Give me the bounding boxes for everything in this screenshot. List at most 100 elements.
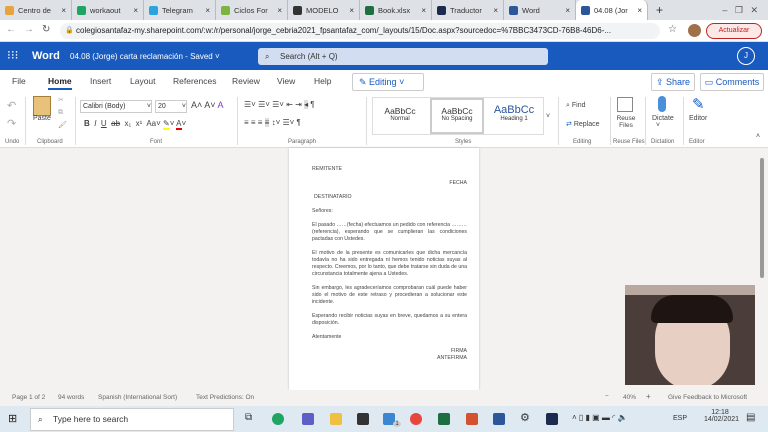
windows-taskbar: ⊞ ⌕ Type here to search ⧉ 1 ⚙ ˄ ▯ ▮ ▣ ▬ ◜… (0, 406, 768, 432)
group-label: Paragraph (288, 139, 317, 145)
forward-icon[interactable]: → (24, 24, 34, 35)
editing-mode-button[interactable]: ✎ Editing ˅ (352, 73, 424, 91)
task-view-icon[interactable]: ⧉ (245, 412, 252, 423)
reuse-files-button[interactable]: Reuse Files (614, 115, 638, 129)
browser-tab[interactable]: Word × (504, 0, 576, 20)
ribbon-tab-file[interactable]: File (12, 76, 26, 86)
undo-icon[interactable]: ↶ (7, 99, 16, 112)
font-size-select[interactable]: 20 ˅ (155, 100, 187, 113)
text-predictions[interactable]: Text Predictions: On (196, 394, 254, 401)
alignment-buttons[interactable]: ≡ ≡ ≡ ≡ ↕˅ ☰˅ ¶ (244, 118, 301, 127)
zoom-out-button[interactable]: − (605, 393, 609, 400)
language-status[interactable]: Spanish (International Sort) (98, 394, 177, 401)
browser-tab[interactable]: Traductor × (432, 0, 504, 20)
translator-icon[interactable] (546, 413, 558, 425)
redo-icon[interactable]: ↷ (7, 117, 16, 130)
clock[interactable]: 12:18 14/02/2021 (704, 409, 739, 423)
browser-tab[interactable]: Book.xlsx × (360, 0, 432, 20)
find-button[interactable]: ⌕ Find (566, 102, 586, 110)
browser-tab[interactable]: Ciclos For × (216, 0, 288, 20)
cut-icon[interactable]: ✂ (58, 96, 64, 104)
paste-icon[interactable] (33, 96, 51, 116)
store-icon[interactable] (357, 413, 369, 425)
app-icon[interactable] (302, 413, 314, 425)
close-tab-icon[interactable]: × (565, 6, 570, 15)
close-tab-icon[interactable]: × (277, 6, 282, 15)
close-tab-icon[interactable]: × (349, 6, 354, 15)
browser-tab[interactable]: workaout × (72, 0, 144, 20)
ribbon-tab-references[interactable]: References (173, 76, 216, 86)
app-launcher-icon[interactable]: ⁝⁝⁝ (7, 48, 18, 62)
browser-tab[interactable]: 04.08 (Jor × (576, 0, 648, 20)
group-label: Reuse Files (613, 139, 645, 145)
doc-paragraph: El pasado ……(fecha) efectuamos un pedido… (312, 222, 467, 242)
window-controls[interactable]: – ❐ ✕ (722, 5, 768, 16)
font-format-buttons[interactable]: B I U ab x₁ x¹ Aa˅ ✎˅ A˅ (84, 119, 186, 130)
comments-button[interactable]: ▭ Comments (700, 73, 764, 91)
dictate-button[interactable]: Dictate ˅ (652, 115, 674, 129)
profile-avatar[interactable] (688, 24, 701, 37)
zoom-level[interactable]: 40% (623, 394, 636, 401)
excel-icon[interactable] (438, 413, 450, 425)
copy-icon[interactable]: ⧉ (58, 109, 63, 117)
tab-favicon (365, 5, 374, 15)
ribbon-tab-help[interactable]: Help (314, 76, 331, 86)
url-input[interactable]: 🔒 colegiosantafaz-my.sharepoint.com/:w:/r… (60, 23, 660, 39)
file-explorer-icon[interactable] (330, 413, 342, 425)
powerpoint-icon[interactable] (466, 413, 478, 425)
list-buttons[interactable]: ☰˅ ☰˅ ☰˅ ⇤ ⇥ ◂ ¶ (244, 100, 315, 109)
system-tray-icons[interactable]: ˄ ▯ ▮ ▣ ▬ ◜ 🔈 (572, 413, 627, 422)
close-tab-icon[interactable]: × (637, 6, 642, 15)
zoom-in-button[interactable]: + (646, 392, 651, 401)
close-tab-icon[interactable]: × (61, 6, 66, 15)
taskbar-search-input[interactable]: ⌕ Type here to search (30, 408, 234, 431)
reload-icon[interactable]: ↻ (42, 24, 50, 35)
account-avatar[interactable]: J (737, 47, 755, 65)
tab-favicon (149, 5, 158, 15)
lock-icon: 🔒 (65, 27, 74, 34)
star-icon[interactable]: ☆ (668, 24, 677, 35)
notifications-icon[interactable]: ▤ (746, 412, 755, 423)
doc-paragraph: El motivo de la presente es comunicarles… (312, 250, 467, 277)
settings-icon[interactable]: ⚙ (520, 411, 530, 424)
replace-button[interactable]: ⇄ Replace (566, 120, 600, 128)
vertical-scrollbar[interactable] (760, 158, 764, 278)
doc-title[interactable]: 04.08 (Jorge) carta reclamación - Saved … (70, 52, 220, 61)
edge-icon[interactable] (272, 413, 284, 425)
close-tab-icon[interactable]: × (205, 6, 210, 15)
ribbon-tab-home[interactable]: Home (48, 76, 72, 90)
windows-start-icon[interactable]: ⊞ (8, 412, 17, 425)
browser-tab[interactable]: MODELO × (288, 0, 360, 20)
update-button[interactable]: Actualizar (706, 23, 762, 39)
paste-button[interactable]: Paste (33, 115, 51, 122)
back-icon[interactable]: ← (6, 24, 16, 35)
browser-tab[interactable]: Centro de × (0, 0, 72, 20)
styles-more-icon[interactable]: ˅ (546, 113, 550, 120)
collapse-ribbon-icon[interactable]: ˄ (756, 133, 760, 140)
font-size-controls[interactable]: A˄ A˅ A (191, 100, 224, 110)
close-tab-icon[interactable]: × (133, 6, 138, 15)
ribbon-tab-view[interactable]: View (277, 76, 295, 86)
style-normal[interactable]: AaBbCc Normal (373, 98, 427, 134)
font-name-select[interactable]: Calibri (Body) ˅ (80, 100, 152, 113)
browser-tab[interactable]: Telegram × (144, 0, 216, 20)
close-tab-icon[interactable]: × (493, 6, 498, 15)
tab-favicon (437, 5, 446, 15)
editor-button[interactable]: Editor (689, 115, 707, 122)
word-icon[interactable] (493, 413, 505, 425)
feedback-link[interactable]: Give Feedback to Microsoft (668, 394, 747, 401)
ribbon-tab-review[interactable]: Review (232, 76, 260, 86)
style-heading-1[interactable]: AaBbCc Heading 1 (487, 98, 541, 134)
input-language[interactable]: ESP (673, 415, 687, 422)
style-no-spacing[interactable]: AaBbCc No Spacing (430, 98, 484, 134)
share-button[interactable]: ⇪ Share (651, 73, 695, 91)
new-tab-button[interactable]: + (648, 3, 671, 17)
search-input[interactable]: ⌕ Search (Alt + Q) (258, 48, 548, 65)
document-page[interactable]: REMITENTE FECHA DESTINATARIO Señores: El… (289, 148, 479, 390)
format-painter-icon[interactable]: 🖌 (58, 121, 67, 129)
close-tab-icon[interactable]: × (421, 6, 426, 15)
tab-label: Centro de (18, 5, 51, 15)
chrome-icon[interactable] (410, 413, 422, 425)
ribbon-tab-insert[interactable]: Insert (90, 76, 111, 86)
ribbon-tab-layout[interactable]: Layout (130, 76, 156, 86)
